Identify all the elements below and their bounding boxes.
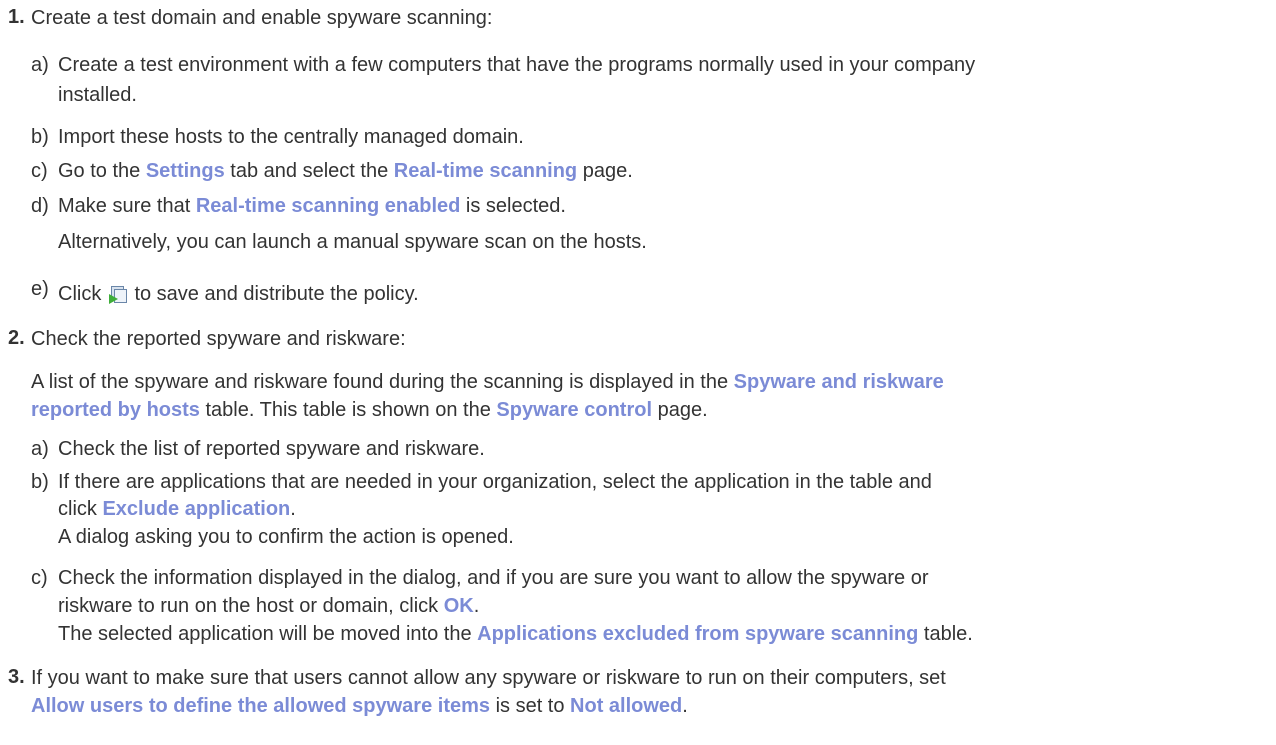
step-text: If you want to make sure that users cann…: [31, 667, 946, 689]
substep-text-cont: click Exclude application.: [58, 498, 296, 520]
ui-term-ok: OK: [443, 595, 474, 617]
step-number: 2.: [8, 327, 25, 349]
substep-letter: d): [31, 195, 49, 217]
substep-text: Make sure that Real-time scanning enable…: [58, 195, 566, 217]
substep-note: Alternatively, you can launch a manual s…: [58, 231, 647, 253]
substep-letter: b): [31, 471, 49, 493]
ui-term-real-time-scanning: Real-time scanning: [393, 160, 578, 182]
substep-text: Create a test environment with a few com…: [58, 54, 976, 76]
step-paragraph-cont: reported by hosts table. This table is s…: [31, 399, 708, 421]
substep-text: Go to the Settings tab and select the Re…: [58, 160, 633, 182]
substep-text-cont: riskware to run on the host or domain, c…: [58, 595, 480, 617]
substep-text: Check the information displayed in the d…: [58, 567, 929, 589]
step-text-cont: Allow users to define the allowed spywar…: [31, 695, 688, 717]
step-number: 3.: [8, 666, 25, 688]
step-number: 1.: [8, 6, 25, 28]
substep-text: Click to save and distribute the policy.: [58, 283, 419, 305]
ui-term-allow-users-define: Allow users to define the allowed spywar…: [31, 695, 491, 717]
ui-term-spyware-table: Spyware and riskware: [733, 371, 944, 393]
substep-letter: a): [31, 438, 49, 460]
ui-term-spyware-table-cont: reported by hosts: [31, 399, 200, 421]
substep-letter: c): [31, 567, 48, 589]
step-text: Create a test domain and enable spyware …: [31, 7, 493, 29]
substep-letter: a): [31, 54, 49, 76]
step-text: Check the reported spyware and riskware:: [31, 328, 406, 350]
substep-text: Check the list of reported spyware and r…: [58, 438, 485, 460]
ui-term-real-time-scanning-enabled: Real-time scanning enabled: [195, 195, 461, 217]
ui-term-not-allowed: Not allowed: [570, 695, 683, 717]
ui-term-spyware-control: Spyware control: [496, 399, 653, 421]
ui-term-applications-excluded: Applications excluded from spyware scann…: [477, 623, 919, 645]
substep-letter: b): [31, 126, 49, 148]
substep-letter: e): [31, 278, 49, 300]
substep-letter: c): [31, 160, 48, 182]
substep-note: A dialog asking you to confirm the actio…: [58, 526, 514, 548]
ui-term-settings: Settings: [145, 160, 225, 182]
substep-text: Import these hosts to the centrally mana…: [58, 126, 524, 148]
save-distribute-icon: [108, 286, 127, 304]
ui-term-exclude-application: Exclude application: [102, 498, 291, 520]
step-paragraph: A list of the spyware and riskware found…: [31, 371, 944, 393]
substep-text: If there are applications that are neede…: [58, 471, 932, 493]
substep-text-cont: installed.: [58, 84, 137, 106]
substep-note: The selected application will be moved i…: [58, 623, 973, 645]
